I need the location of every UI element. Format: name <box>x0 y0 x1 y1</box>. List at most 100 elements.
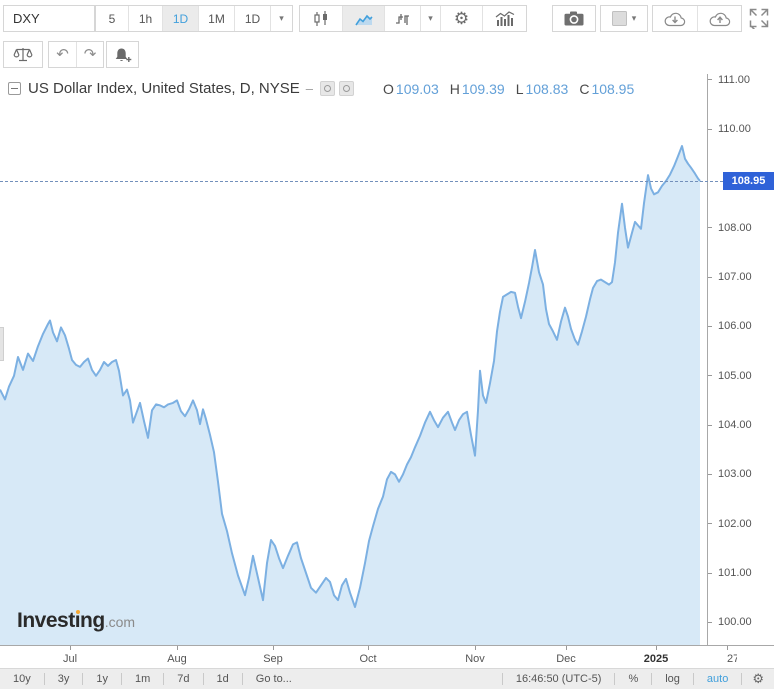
time-tick-mark <box>70 646 71 650</box>
price-tick-mark <box>708 621 712 623</box>
chart-widget: DXY 5 1h 1D 1M 1D ▾ ▾ ⚙ ▾ ↶ ↷ US Dollar … <box>0 0 774 689</box>
price-tick-label: 102.00 <box>718 517 752 530</box>
investing-logo: Investıng.com <box>17 609 136 632</box>
price-tick-mark <box>708 276 712 278</box>
range-buttons: 10y 3y 1y 1m 7d 1d Go to... <box>0 669 305 689</box>
candlestick-chart-button[interactable] <box>300 6 342 31</box>
redo-icon: ↷ <box>83 46 97 63</box>
price-tick-mark <box>708 325 712 327</box>
layout-box: ▾ <box>600 5 648 32</box>
time-tick-label: 27 <box>727 653 737 665</box>
time-tick-mark <box>475 646 476 650</box>
interval-button-1h-1[interactable]: 1h <box>128 6 162 31</box>
fullscreen-button[interactable] <box>748 7 770 29</box>
range-button-1m[interactable]: 1m <box>122 673 163 685</box>
interval-dropdown-caret[interactable]: ▾ <box>270 6 292 31</box>
price-tick-label: 108.00 <box>718 221 752 234</box>
price-tick-label: 107.00 <box>718 271 752 284</box>
price-tick-label: 104.00 <box>718 419 752 432</box>
symbol-box[interactable]: DXY <box>3 5 95 32</box>
legend-dropdown[interactable]: – <box>306 81 313 96</box>
current-price-line <box>0 181 723 182</box>
camera-icon <box>564 11 584 26</box>
layout-button[interactable]: ▾ <box>601 6 647 31</box>
gear-icon: ⚙ <box>453 9 470 28</box>
gear-icon: ⚙ <box>752 671 764 686</box>
history-group: ↶ ↷ <box>48 41 104 68</box>
price-tick-mark <box>708 227 712 229</box>
settings-button[interactable]: ⚙ <box>440 6 482 31</box>
layout-icon <box>611 11 627 26</box>
scales-icon <box>13 46 33 63</box>
ohlc-value: 108.95 <box>591 80 635 97</box>
price-tick-label: 101.00 <box>718 567 752 579</box>
price-tick-mark <box>708 375 712 377</box>
area-chart-button[interactable] <box>342 6 384 31</box>
ohlc-value: 108.83 <box>525 80 569 97</box>
price-tick-label: 111.00 <box>718 73 751 86</box>
price-tick-mark <box>708 572 712 574</box>
snapshot-box <box>552 5 596 32</box>
time-tick-label: Jul <box>62 653 78 665</box>
interval-button-1d-2[interactable]: 1D <box>162 6 198 31</box>
fullscreen-icon <box>748 7 770 29</box>
legend-title: US Dollar Index, United States, D, NYSE <box>28 80 300 97</box>
indicators-button[interactable] <box>482 6 526 31</box>
current-price-label: 108.95 <box>723 172 774 190</box>
price-tick-label: 110.00 <box>718 123 751 136</box>
mini-gear-icon <box>343 85 351 92</box>
drawing-toolbar-handle[interactable] <box>0 327 4 361</box>
time-tick-label: Dec <box>556 653 576 665</box>
range-button-3y[interactable]: 3y <box>45 673 83 685</box>
range-button-goto[interactable]: Go to... <box>243 673 305 685</box>
range-button-1d[interactable]: 1d <box>204 673 242 685</box>
alert-box <box>106 41 139 68</box>
bottom-right-controls: 16:46:50 (UTC-5) % log auto ⚙ <box>501 669 774 689</box>
legend-settings-button[interactable] <box>339 81 355 96</box>
range-button-7d[interactable]: 7d <box>164 673 202 685</box>
chart-type-dropdown-caret[interactable]: ▾ <box>420 6 440 31</box>
add-alert-button[interactable] <box>107 42 138 67</box>
chart-plot-area[interactable] <box>0 74 707 645</box>
log-scale-button[interactable]: log <box>652 673 693 685</box>
time-tick-label: Oct <box>359 653 377 665</box>
price-tick-mark <box>708 424 712 426</box>
symbol-input[interactable]: DXY <box>4 11 94 26</box>
step-line-chart-button[interactable] <box>384 6 420 31</box>
ohlc-key: H <box>449 80 460 97</box>
layout-dropdown-caret: ▾ <box>631 13 637 23</box>
compare-button[interactable] <box>4 42 42 67</box>
interval-button-1d-4[interactable]: 1D <box>234 6 270 31</box>
area-chart-icon <box>354 11 373 27</box>
clock-label[interactable]: 16:46:50 (UTC-5) <box>503 673 615 685</box>
legend: US Dollar Index, United States, D, NYSE … <box>8 80 634 97</box>
auto-scale-button[interactable]: auto <box>694 673 741 685</box>
axis-settings-button[interactable]: ⚙ <box>742 671 774 687</box>
eye-icon <box>324 85 332 92</box>
range-button-1y[interactable]: 1y <box>83 673 121 685</box>
legend-eye-button[interactable] <box>320 81 336 96</box>
price-tick-label: 105.00 <box>718 369 752 382</box>
ohlc-key: C <box>579 80 590 97</box>
range-button-10y[interactable]: 10y <box>0 673 44 685</box>
price-tick-mark <box>708 128 712 130</box>
time-tick-mark <box>273 646 274 650</box>
percent-scale-button[interactable]: % <box>615 673 651 685</box>
time-axis[interactable]: Jul Aug Sep Oct Nov Dec 2025 27 <box>0 645 774 668</box>
time-tick-mark <box>656 646 657 650</box>
collapse-legend-icon[interactable] <box>8 82 21 95</box>
price-tick-mark <box>708 523 712 525</box>
save-chart-button[interactable] <box>697 6 741 31</box>
interval-button-1m-3[interactable]: 1M <box>198 6 234 31</box>
indicators-icon <box>495 11 515 26</box>
load-chart-button[interactable] <box>653 6 697 31</box>
time-tick-label: Nov <box>465 653 485 665</box>
redo-button[interactable]: ↷ <box>76 42 103 67</box>
price-axis[interactable]: 111.00 110.00 108.00 107.00 106.00 105.00 104.… <box>707 74 774 645</box>
snapshot-button[interactable] <box>553 6 595 31</box>
price-tick-mark <box>708 79 712 81</box>
undo-button[interactable]: ↶ <box>49 42 76 67</box>
interval-button-5-0[interactable]: 5 <box>96 6 128 31</box>
ohlc-value: 109.39 <box>461 80 505 97</box>
ohlc-key: L <box>515 80 524 97</box>
